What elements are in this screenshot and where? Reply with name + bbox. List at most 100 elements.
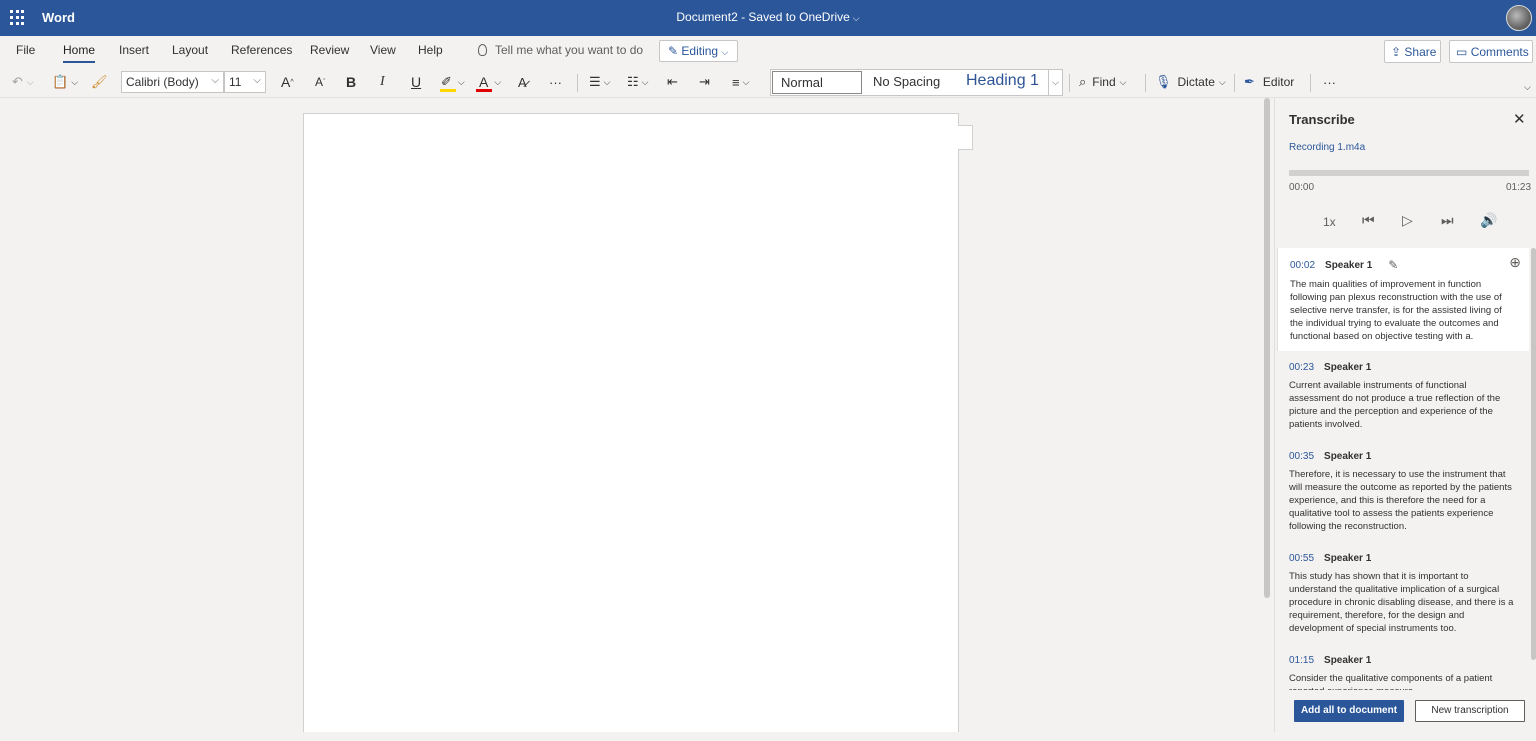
entry-speaker: Speaker 1 xyxy=(1324,655,1372,666)
transcript-entry[interactable]: 00:02 Speaker 1 ✎ ⊕ The main qualities o… xyxy=(1277,248,1529,351)
page-side-tab xyxy=(958,125,973,150)
transcribe-pane: Transcribe ✕ Recording 1.m4a 00:00 01:23… xyxy=(1274,98,1536,741)
divider xyxy=(1234,74,1235,92)
font-size-select[interactable]: 11 ⌵ xyxy=(224,71,266,93)
bold-button[interactable]: B xyxy=(346,71,356,93)
entry-text: Therefore, it is necessary to use the in… xyxy=(1289,469,1512,532)
entry-text: Current available instruments of functio… xyxy=(1289,380,1501,430)
menu-bar: File Home Insert Layout References Revie… xyxy=(0,36,1536,66)
editor-label: Editor xyxy=(1262,75,1295,89)
lightbulb-icon xyxy=(478,44,487,56)
microphone-icon: 🎙 xyxy=(1155,74,1172,89)
font-name-select[interactable]: Calibri (Body) ⌵ xyxy=(121,71,224,93)
transcript-entry[interactable]: 01:15 Speaker 1 Consider the qualitative… xyxy=(1277,645,1529,690)
entry-timestamp[interactable]: 00:23 xyxy=(1289,362,1314,373)
font-size-value: 11 xyxy=(229,75,242,89)
find-button[interactable]: ⌕ Find ⌵ xyxy=(1079,71,1126,93)
playback-speed-button[interactable]: 1x xyxy=(1323,215,1336,229)
font-name-value: Calibri (Body) xyxy=(126,75,199,89)
tab-layout[interactable]: Layout xyxy=(172,43,208,57)
entry-timestamp[interactable]: 00:02 xyxy=(1290,260,1315,271)
editor-button[interactable]: ✒ Editor xyxy=(1244,71,1294,93)
playback-progress[interactable] xyxy=(1289,170,1529,176)
tab-insert[interactable]: Insert xyxy=(119,43,149,57)
clipboard-icon[interactable]: 📋 ⌵ xyxy=(52,71,78,93)
share-button[interactable]: ⇪ Share xyxy=(1384,40,1441,63)
entry-timestamp[interactable]: 00:55 xyxy=(1289,553,1314,564)
scrollbar[interactable] xyxy=(1264,98,1270,598)
edit-pencil-icon[interactable]: ✎ xyxy=(1388,258,1398,272)
tab-references[interactable]: References xyxy=(231,43,292,57)
volume-icon[interactable]: 🔊 xyxy=(1480,212,1497,229)
dictate-label: Dictate xyxy=(1177,75,1215,89)
title-bar: Word Document2 - Saved to OneDrive ⌵ xyxy=(0,0,1536,36)
scrollbar[interactable] xyxy=(1531,248,1536,660)
tab-view[interactable]: View xyxy=(370,43,396,57)
document-title-text: Document2 - Saved to OneDrive xyxy=(676,10,850,24)
shrink-font-icon[interactable]: Aˇ xyxy=(315,71,325,93)
tab-review[interactable]: Review xyxy=(310,43,349,57)
chevron-down-icon: ⌵ xyxy=(211,75,219,86)
avatar[interactable] xyxy=(1506,5,1532,31)
add-all-to-document-button[interactable]: Add all to document xyxy=(1294,700,1404,722)
chevron-down-icon[interactable]: ⌵ xyxy=(1048,70,1062,95)
editing-label: Editing xyxy=(681,44,719,58)
skip-back-icon[interactable]: ⏮ xyxy=(1362,212,1375,229)
editor-pen-icon: ✒ xyxy=(1244,74,1255,89)
chevron-down-icon: ⌵ xyxy=(253,75,261,86)
align-icon[interactable]: ≡ ⌵ xyxy=(732,71,749,93)
time-end: 01:23 xyxy=(1506,182,1532,193)
increase-indent-icon[interactable]: ⇥ xyxy=(699,71,710,93)
transcript-list: 00:02 Speaker 1 ✎ ⊕ The main qualities o… xyxy=(1275,248,1530,690)
chevron-down-icon: ⌵ xyxy=(852,13,860,23)
tell-me-text: Tell me what you want to do xyxy=(495,43,644,57)
transcript-entry[interactable]: 00:23 Speaker 1 Current available instru… xyxy=(1277,352,1529,431)
dictate-button[interactable]: 🎙 Dictate ⌵ xyxy=(1155,71,1226,93)
highlight-icon[interactable]: ✐ ⌵ xyxy=(439,71,465,93)
chevron-down-icon[interactable]: ⌵ xyxy=(1524,76,1531,98)
more-options-icon[interactable]: ··· xyxy=(1323,71,1336,93)
entry-timestamp[interactable]: 01:15 xyxy=(1289,655,1314,666)
tab-help[interactable]: Help xyxy=(418,43,443,57)
style-no-spacing[interactable]: No Spacing xyxy=(873,74,940,89)
document-page[interactable] xyxy=(303,113,959,741)
close-icon[interactable]: ✕ xyxy=(1513,110,1526,128)
recording-name[interactable]: Recording 1.m4a xyxy=(1289,142,1365,153)
font-color-icon[interactable]: A ⌵ xyxy=(476,71,501,93)
entry-speaker: Speaker 1 xyxy=(1324,451,1372,462)
entry-text: The main qualities of improvement in fun… xyxy=(1290,279,1502,342)
tab-home[interactable]: Home xyxy=(63,43,96,63)
undo-icon[interactable]: ↶ ⌵ xyxy=(12,71,34,93)
decrease-indent-icon[interactable]: ⇤ xyxy=(667,71,678,93)
more-font-options-icon[interactable]: ··· xyxy=(549,71,562,93)
format-painter-icon[interactable]: 🖌 xyxy=(91,71,108,93)
style-heading-1[interactable]: Heading 1 xyxy=(966,72,1039,90)
new-transcription-button[interactable]: New transcription xyxy=(1415,700,1525,722)
skip-forward-icon[interactable]: ⏭ xyxy=(1441,212,1454,229)
comments-button[interactable]: ▭ Comments xyxy=(1449,40,1533,63)
play-icon[interactable]: ▷ xyxy=(1402,212,1413,229)
font-color-bar xyxy=(476,88,493,92)
italic-button[interactable]: I xyxy=(380,71,385,93)
grow-font-icon[interactable]: A ^ xyxy=(281,71,294,93)
divider xyxy=(1310,74,1311,92)
find-label: Find xyxy=(1092,75,1116,89)
style-normal[interactable]: Normal xyxy=(772,71,862,94)
chevron-down-icon: ⌵ xyxy=(721,47,729,57)
entry-timestamp[interactable]: 00:35 xyxy=(1289,451,1314,462)
transcript-entry[interactable]: 00:35 Speaker 1 Therefore, it is necessa… xyxy=(1277,441,1529,533)
add-plus-icon[interactable]: ⊕ xyxy=(1509,254,1521,271)
editing-mode-button[interactable]: ✎ Editing ⌵ xyxy=(659,40,738,62)
pencil-icon: ✎ xyxy=(668,44,679,58)
entry-speaker: Speaker 1 xyxy=(1324,362,1372,373)
transcript-entry[interactable]: 00:55 Speaker 1 This study has shown tha… xyxy=(1277,543,1529,635)
divider xyxy=(1069,74,1070,92)
clear-formatting-icon[interactable]: A̷ xyxy=(518,71,527,93)
tell-me-search[interactable]: Tell me what you want to do xyxy=(478,43,643,57)
bullets-icon[interactable]: ☰ ⌵ xyxy=(589,71,610,93)
comment-icon: ▭ xyxy=(1456,45,1468,59)
numbering-icon[interactable]: ☷ ⌵ xyxy=(627,71,648,93)
tab-file[interactable]: File xyxy=(16,43,35,57)
document-title[interactable]: Document2 - Saved to OneDrive ⌵ xyxy=(0,10,1536,24)
underline-button[interactable]: U xyxy=(411,71,421,93)
